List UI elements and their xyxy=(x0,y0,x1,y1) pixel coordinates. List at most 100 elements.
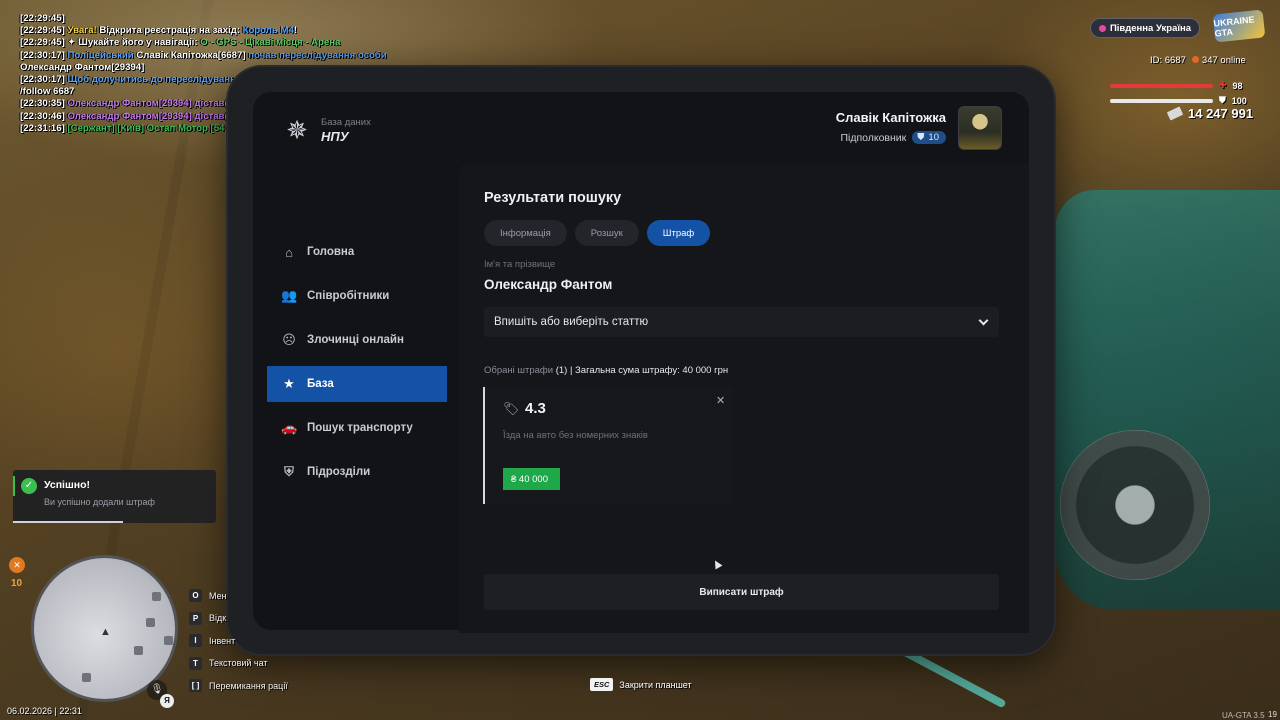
sidebar-item-4[interactable]: 🚗 Пошук транспорту xyxy=(267,410,447,446)
summary-total: (1) | Загальна сума штрафу: 40 000 грн xyxy=(553,365,729,376)
keybind-row: P Відк xyxy=(189,611,288,626)
map-marker-icon xyxy=(152,592,161,601)
armor-row: ⛊ 100 xyxy=(1110,95,1247,106)
success-toast: ✓ Успішно! Ви успішно додали штраф xyxy=(13,470,216,523)
keybind-label: Відк xyxy=(209,613,227,623)
user-level-badge: ⛊ 10 xyxy=(912,131,946,144)
chat-text: Король М4 xyxy=(242,25,294,37)
brand-subtitle: База даних xyxy=(321,116,371,128)
key-cap: P xyxy=(189,611,202,625)
esc-key: ESC xyxy=(590,678,614,691)
sidebar-item-label: Підрозділи xyxy=(307,466,371,478)
map-marker-icon xyxy=(134,646,143,655)
region-badge: Південна Україна xyxy=(1090,18,1200,38)
fine-code: 4.3 xyxy=(525,400,546,417)
armor-bar xyxy=(1110,98,1213,103)
close-tablet-hint: ESC Закрити планшет xyxy=(590,678,692,691)
issue-fine-button[interactable]: Виписати штраф xyxy=(484,574,999,610)
sidebar-item-3[interactable]: ★ База xyxy=(267,366,447,402)
tab-2[interactable]: Штраф xyxy=(646,220,711,246)
chat-text: Поліцейський xyxy=(67,49,137,61)
chat-text: [22:30:46] xyxy=(20,110,68,122)
keybind-row: I Інвент xyxy=(189,633,288,648)
cash-icon xyxy=(1166,106,1184,121)
money-value: 14 247 991 xyxy=(1188,106,1254,121)
chat-text: ! xyxy=(293,25,297,37)
sidebar-item-0[interactable]: ⌂ Головна xyxy=(267,234,447,270)
car-icon: 🚗 xyxy=(281,420,298,435)
server-logo: UKRAINE GTA xyxy=(1212,9,1266,43)
map-marker-icon xyxy=(146,618,155,627)
sidebar-item-label: Пошук транспорту xyxy=(307,422,413,434)
health-value: 98 xyxy=(1232,80,1243,91)
star-icon: ★ xyxy=(283,376,295,391)
chat-text: /follow 6687 xyxy=(20,86,75,98)
key-cap: T xyxy=(189,656,202,670)
toast-title: Успішно! xyxy=(44,479,90,491)
keybind-hints: O Мен P Відк I Інвент T Текстовий чат [ ] Перемик… xyxy=(189,588,288,701)
chat-line: [22:30:17] Поліцейський Славік Капітожка… xyxy=(20,50,410,62)
keybind-label: Перемикання рації xyxy=(209,680,288,691)
tab-0[interactable]: Інформація xyxy=(484,220,567,246)
chat-line: [22:29:45] ✦ Шукайте його у навігації: O… xyxy=(20,37,410,49)
level-shield-icon: ⛊ xyxy=(917,132,925,143)
tab-1[interactable]: Розшук xyxy=(574,220,639,246)
user-profile[interactable]: Славік Капітожка Підполковник ⛊ 10 xyxy=(800,106,1002,150)
map-marker-icon xyxy=(164,636,173,645)
toast-text: Ви успішно додали штраф xyxy=(44,497,155,507)
toast-accent-bar xyxy=(13,476,15,496)
chat-text: Славік Капітожка[6687] xyxy=(136,49,249,61)
user-rank: Підполковник xyxy=(840,131,907,144)
chat-text: Увага! xyxy=(67,25,100,37)
player-id-online: ID: 6687 347 online xyxy=(1150,55,1246,66)
summary-label: Обрані штрафи xyxy=(484,365,554,376)
corner-number: 19 xyxy=(1268,710,1277,719)
name-label: Ім'я та прізвище xyxy=(484,259,556,270)
page-title: Результати пошуку xyxy=(484,190,622,206)
article-select[interactable]: Впишіть або виберіть статтю xyxy=(484,307,999,337)
chat-text: [22:30:17] xyxy=(20,49,68,61)
map-marker-icon xyxy=(82,673,91,682)
sidebar-item-2[interactable]: ☹ Злочинці онлайн xyxy=(267,322,447,358)
sidebar-nav: ⌂ Головна 👥 Співробітники ☹ Злочинці онлайн ★ Б… xyxy=(267,234,447,498)
player-id: ID: 6687 xyxy=(1150,55,1186,66)
check-icon: ✓ xyxy=(21,478,37,494)
keybind-row: T Текстовий чат xyxy=(189,656,288,671)
shield-icon: ⛨ xyxy=(284,464,294,479)
remove-fine-close-icon[interactable]: ✕ xyxy=(716,394,725,407)
user-level: 10 xyxy=(928,132,939,143)
police-star-icon: ✵ xyxy=(286,115,308,145)
close-tablet-label: Закрити планшет xyxy=(619,679,692,690)
chevron-down-icon xyxy=(978,315,989,325)
money-display: 14 247 991 xyxy=(1166,106,1254,121)
health-row: ✚ 98 xyxy=(1110,80,1243,91)
chat-text: [Сержант] [Київ] Остап Мотор [54136]: xyxy=(67,122,250,134)
chat-line: [22:29:45] Увага! Відкрита реєстрація на… xyxy=(20,25,410,37)
key-cap: [ ] xyxy=(189,679,202,692)
chat-text: [22:29:45] xyxy=(20,13,65,24)
key-cap: I xyxy=(189,634,202,647)
chat-text: [22:29:45] xyxy=(20,37,68,49)
online-dot-icon xyxy=(1191,56,1199,63)
people-icon: 👥 xyxy=(281,288,298,303)
sidebar-item-5[interactable]: ⛨ Підрозділи xyxy=(267,454,447,490)
online-count: 347 online xyxy=(1201,55,1246,66)
chat-text: [22:31:16] xyxy=(20,122,68,134)
sidebar-item-label: Головна xyxy=(307,246,355,258)
chat-text: Олександр Фантом[29394] xyxy=(20,61,145,73)
sidebar-item-1[interactable]: 👥 Співробітники xyxy=(267,278,447,314)
user-rank-row: Підполковник ⛊ 10 xyxy=(840,131,946,144)
chat-text: [22:30:35] xyxy=(20,98,68,110)
date-time: 06.02.2026 | 22:31 xyxy=(7,706,82,716)
region-label: Південна Україна xyxy=(1109,22,1192,34)
health-cross-icon: ✚ xyxy=(1219,80,1227,90)
player-position-icon: ▲ xyxy=(100,626,111,638)
keybind-label: Мен xyxy=(209,590,227,601)
chat-text: [22:29:45] xyxy=(20,25,68,37)
keybind-label: Інвент xyxy=(209,635,236,646)
name-value: Олександр Фантом xyxy=(484,277,613,292)
hunger-value: 10 xyxy=(11,578,23,589)
region-dot-icon xyxy=(1098,24,1106,32)
result-tabs: Інформація Розшук Штраф xyxy=(484,220,711,246)
key-cap: O xyxy=(189,589,202,602)
